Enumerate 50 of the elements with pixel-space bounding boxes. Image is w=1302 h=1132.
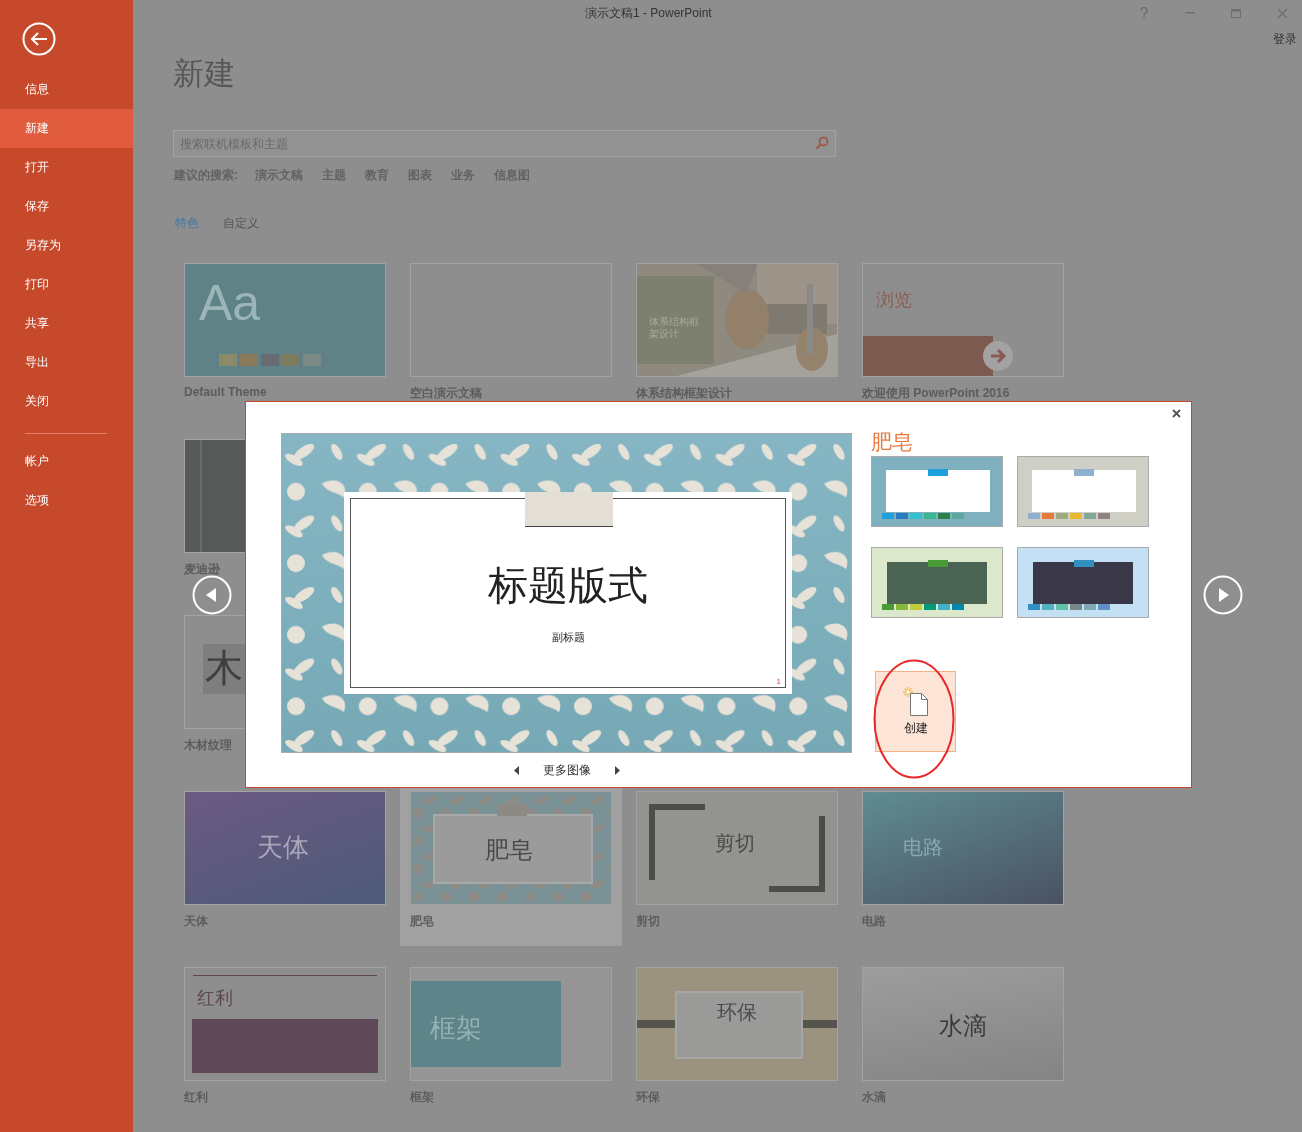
thumbnail-title: 天体 <box>257 831 309 864</box>
new-document-icon <box>901 686 930 716</box>
slide-number: 1 <box>776 677 781 686</box>
arrow-right-icon <box>983 341 1013 371</box>
sidebar-item[interactable]: 共享 <box>0 304 133 343</box>
next-icon[interactable] <box>614 766 620 775</box>
tab-shape <box>497 804 527 816</box>
window-title: 演示文稿1 - PowerPoint <box>585 4 712 22</box>
thumbnail-title: 红利 <box>197 987 233 1010</box>
sidebar-item[interactable]: 打印 <box>0 265 133 304</box>
previous-icon[interactable] <box>513 766 519 775</box>
sidebar-item[interactable]: 信息 <box>0 70 133 109</box>
thumbnail-title: 环保 <box>717 1000 757 1025</box>
sidebar-item[interactable]: 打开 <box>0 148 133 187</box>
template-thumbnail[interactable]: 电路 <box>862 791 1064 905</box>
thumbnail-title: 电路 <box>903 835 943 860</box>
template-thumbnail[interactable]: 环保 <box>636 967 838 1081</box>
more-images-label: 更多图像 <box>542 762 591 779</box>
sidebar-item[interactable]: 选项 <box>0 481 133 520</box>
template-name: 肥皂 <box>410 913 435 930</box>
sidebar-item[interactable]: 另存为 <box>0 226 133 265</box>
slide-title: 标题版式 <box>488 562 648 610</box>
dialog-title: 肥皂 <box>871 429 914 455</box>
template-thumbnail[interactable]: Aa <box>184 263 386 377</box>
template-thumbnail[interactable]: 水滴 <box>862 967 1064 1081</box>
template-thumbnail[interactable]: 浏览 <box>862 263 1064 377</box>
template-thumbnail[interactable]: 红利 <box>184 967 386 1081</box>
slide-subtitle: 副标题 <box>551 630 585 645</box>
template-thumbnail[interactable]: 肥皂 <box>410 791 612 905</box>
template-card[interactable]: 肥皂 肥皂 <box>400 785 622 946</box>
template-thumbnail[interactable]: 剪切 <box>636 791 838 905</box>
thumbnail-title: 浏览 <box>876 289 912 312</box>
thumbnail-title: 肥皂 <box>485 835 533 865</box>
theme-variant[interactable] <box>871 547 1003 618</box>
sidebar-item[interactable]: 导出 <box>0 343 133 382</box>
template-thumbnail[interactable]: 天体 <box>184 791 386 905</box>
thumbnail-title: 剪切 <box>715 831 755 856</box>
close-icon[interactable] <box>1172 409 1181 418</box>
thumbnail-title: 水滴 <box>939 1011 987 1041</box>
thumbnail-title: Aa <box>199 274 261 332</box>
sign-in-link[interactable]: 登录 <box>1273 31 1297 48</box>
search-icon[interactable] <box>815 136 829 150</box>
sidebar-item[interactable]: 关闭 <box>0 382 133 421</box>
sidebar-item[interactable]: 新建 <box>0 109 133 148</box>
category-tab[interactable]: 特色 <box>175 215 199 232</box>
sidebar-item[interactable]: 帐户 <box>0 442 133 481</box>
sidebar-item[interactable]: 保存 <box>0 187 133 226</box>
theme-variant[interactable] <box>1017 547 1149 618</box>
thumbnail-title: 木 <box>205 646 243 691</box>
create-button[interactable]: 创建 <box>875 671 956 752</box>
